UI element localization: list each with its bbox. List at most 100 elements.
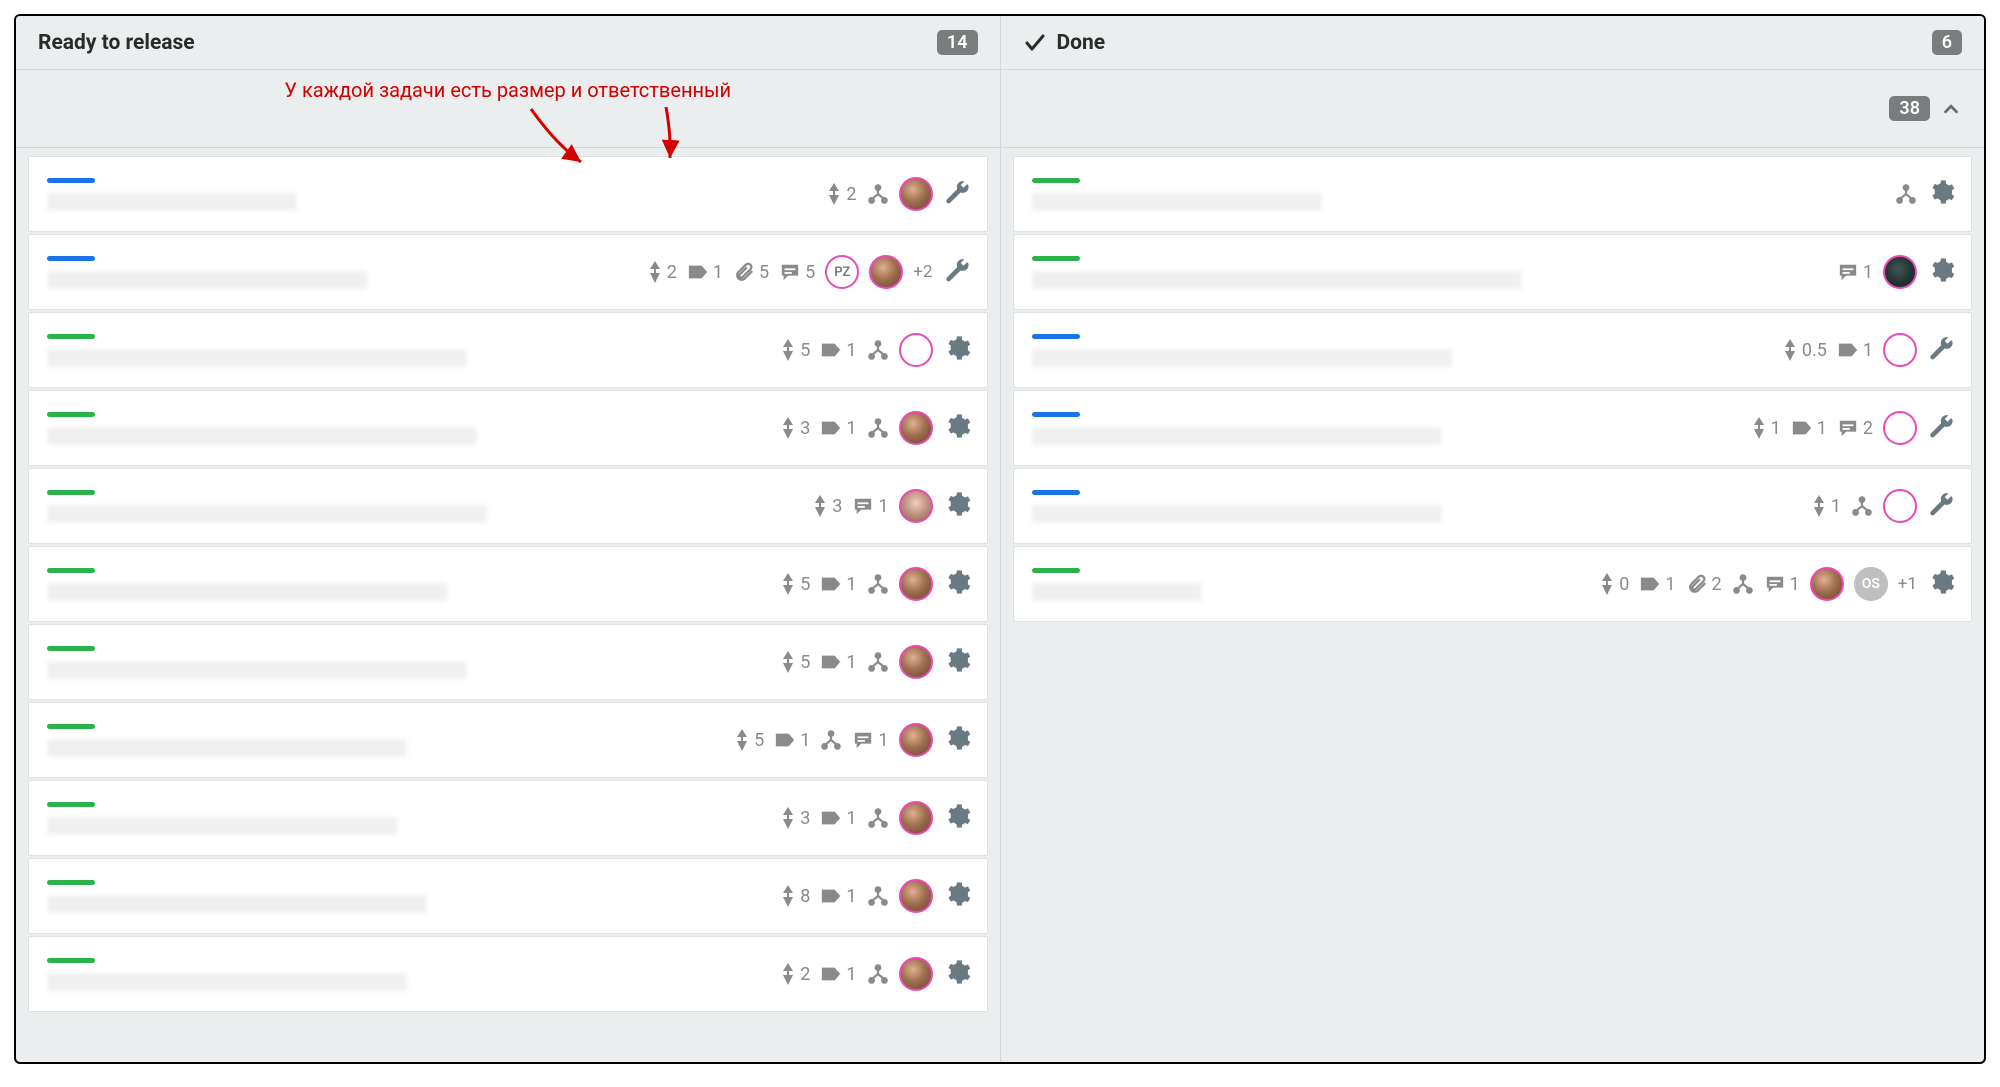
subtask-icon xyxy=(867,807,889,829)
gear-icon[interactable] xyxy=(943,880,971,913)
card-color-indicator xyxy=(1032,334,1080,339)
card-title xyxy=(47,505,487,523)
card-title xyxy=(47,817,397,835)
avatar[interactable] xyxy=(899,333,933,367)
subtask-icon xyxy=(867,417,889,439)
meta-value: 1 xyxy=(846,886,856,907)
avatar[interactable] xyxy=(899,723,933,757)
meta-value: 1 xyxy=(846,574,856,595)
meta-value: 1 xyxy=(1863,340,1873,361)
card-title xyxy=(1032,427,1442,445)
card-color-indicator xyxy=(1032,412,1080,417)
gear-icon[interactable] xyxy=(943,958,971,991)
avatar-overflow[interactable]: +2 xyxy=(913,262,932,282)
task-card[interactable]: 31 xyxy=(28,390,988,466)
card-color-indicator xyxy=(47,724,95,729)
task-card[interactable]: 51 xyxy=(28,624,988,700)
paperclip-icon: 2 xyxy=(1686,573,1722,595)
meta-value: 1 xyxy=(1790,574,1800,595)
meta-value: 0.5 xyxy=(1802,340,1827,361)
column-done: Done 6 38 10.5111210121OS+1 xyxy=(1001,16,1985,1062)
gear-icon[interactable] xyxy=(943,724,971,757)
gear-icon[interactable] xyxy=(943,568,971,601)
avatar[interactable] xyxy=(899,489,933,523)
meta-value: 1 xyxy=(846,808,856,829)
wrench-icon[interactable] xyxy=(943,178,971,211)
gear-icon[interactable] xyxy=(943,646,971,679)
subtask-icon xyxy=(867,963,889,985)
card-meta: 112 xyxy=(1751,411,1955,445)
avatar[interactable] xyxy=(899,411,933,445)
card-meta: 2 xyxy=(826,177,970,211)
avatar[interactable] xyxy=(899,957,933,991)
avatar[interactable] xyxy=(1883,333,1917,367)
task-card[interactable]: 1 xyxy=(1013,468,1973,544)
meta-value: 1 xyxy=(1771,418,1781,439)
card-meta: 511 xyxy=(734,723,970,757)
meta-value: 5 xyxy=(759,262,769,283)
task-card[interactable]: 21 xyxy=(28,936,988,1012)
gear-icon[interactable] xyxy=(943,334,971,367)
task-card[interactable]: 81 xyxy=(28,858,988,934)
wrench-icon[interactable] xyxy=(1927,412,1955,445)
task-card[interactable]: 112 xyxy=(1013,390,1973,466)
avatar[interactable] xyxy=(899,879,933,913)
avatar[interactable] xyxy=(899,801,933,835)
task-card[interactable] xyxy=(1013,156,1973,232)
card-meta: 31 xyxy=(780,411,970,445)
annotation-arrow-icon xyxy=(646,104,706,160)
task-card[interactable]: 2155PZ+2 xyxy=(28,234,988,310)
avatar[interactable]: OS xyxy=(1854,567,1888,601)
gear-icon[interactable] xyxy=(943,490,971,523)
task-card[interactable]: 31 xyxy=(28,468,988,544)
wrench-icon[interactable] xyxy=(943,256,971,289)
subtask-icon xyxy=(1732,573,1754,595)
tag-icon: 1 xyxy=(820,964,856,985)
column-header[interactable]: Done 6 xyxy=(1001,16,1985,70)
subtask-icon xyxy=(867,885,889,907)
gear-icon[interactable] xyxy=(943,802,971,835)
avatar[interactable] xyxy=(1883,411,1917,445)
column-count-badge: 6 xyxy=(1932,30,1962,55)
task-card[interactable]: 511 xyxy=(28,702,988,778)
avatar[interactable] xyxy=(1883,489,1917,523)
avatar[interactable] xyxy=(899,645,933,679)
avatar[interactable] xyxy=(899,177,933,211)
task-card[interactable]: 0.51 xyxy=(1013,312,1973,388)
bolt-icon: 5 xyxy=(780,573,810,595)
gear-icon[interactable] xyxy=(1927,178,1955,211)
card-title xyxy=(47,349,467,367)
meta-value: 3 xyxy=(832,496,842,517)
gear-icon[interactable] xyxy=(1927,256,1955,289)
task-card[interactable]: 51 xyxy=(28,312,988,388)
tag-icon: 1 xyxy=(820,808,856,829)
avatar[interactable] xyxy=(1883,255,1917,289)
task-card[interactable]: 1 xyxy=(1013,234,1973,310)
chevron-up-icon[interactable] xyxy=(1940,98,1962,120)
gear-icon[interactable] xyxy=(1927,568,1955,601)
column-header[interactable]: Ready to release 14 xyxy=(16,16,1000,70)
avatar[interactable] xyxy=(899,567,933,601)
swimlane-header[interactable]: 38 xyxy=(1001,70,1985,148)
avatar[interactable] xyxy=(1810,567,1844,601)
meta-value: 2 xyxy=(1712,574,1722,595)
wrench-icon[interactable] xyxy=(1927,334,1955,367)
avatar[interactable] xyxy=(869,255,903,289)
card-title xyxy=(47,739,407,757)
column-title: Ready to release xyxy=(38,31,195,55)
meta-value: 3 xyxy=(800,418,810,439)
avatar-overflow[interactable]: +1 xyxy=(1898,574,1917,594)
card-meta: 21 xyxy=(780,957,970,991)
bolt-icon: 8 xyxy=(780,885,810,907)
task-card[interactable]: 31 xyxy=(28,780,988,856)
chat-icon: 1 xyxy=(1764,574,1800,595)
wrench-icon[interactable] xyxy=(1927,490,1955,523)
task-card[interactable]: 0121OS+1 xyxy=(1013,546,1973,622)
avatar[interactable]: PZ xyxy=(825,255,859,289)
tag-icon: 1 xyxy=(820,886,856,907)
task-card[interactable]: 2 xyxy=(28,156,988,232)
gear-icon[interactable] xyxy=(943,412,971,445)
meta-value: 1 xyxy=(846,652,856,673)
task-card[interactable]: 51 xyxy=(28,546,988,622)
card-color-indicator xyxy=(47,412,95,417)
